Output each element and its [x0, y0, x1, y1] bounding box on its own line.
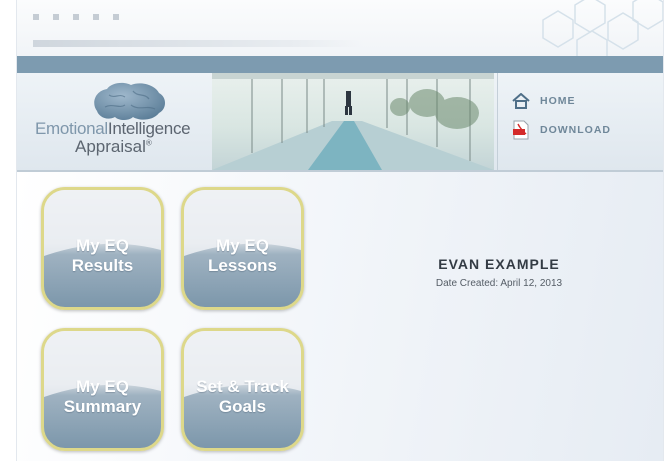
registered-mark: ®	[145, 138, 152, 148]
tile-label-line2: Lessons	[208, 256, 277, 275]
main-content: My EQ Results My EQ Lessons My EQ Summar…	[17, 172, 663, 461]
date-created: Date Created: April 12, 2013	[435, 278, 563, 289]
my-eq-results-button[interactable]: My EQ Results	[41, 187, 164, 310]
banner-photo-corridor	[212, 73, 494, 170]
logo-text-line1: EmotionalIntelligence	[35, 119, 191, 139]
user-name: EVAN EXAMPLE	[438, 256, 560, 272]
brain-icon	[94, 82, 165, 120]
corridor-illustration	[212, 73, 494, 170]
logo-text-line2: Appraisal®	[75, 137, 152, 157]
download-link[interactable]: DOWNLOAD	[512, 120, 611, 140]
logo[interactable]: EmotionalIntelligence Appraisal®	[17, 73, 207, 170]
tile-label-line2: Goals	[218, 397, 267, 416]
tile-label-line2: Results	[71, 256, 134, 275]
logo-text-intelligence: Intelligence	[107, 119, 191, 138]
page-frame: EmotionalIntelligence Appraisal® HOME DO…	[16, 0, 664, 461]
logo-text-appraisal: Appraisal	[75, 137, 146, 156]
home-link-label: HOME	[540, 95, 576, 107]
logo-text-emotional: Emotional	[35, 119, 108, 138]
my-eq-summary-button[interactable]: My EQ Summary	[41, 328, 164, 451]
top-header-strip	[17, 0, 663, 68]
my-eq-lessons-button[interactable]: My EQ Lessons	[181, 187, 304, 310]
tile-label-line1: My EQ	[76, 236, 129, 255]
pdf-icon	[513, 120, 529, 140]
decorative-dots	[33, 14, 119, 20]
set-track-goals-button[interactable]: Set & Track Goals	[181, 328, 304, 451]
header-nav: HOME DOWNLOAD	[497, 73, 663, 170]
house-icon	[512, 93, 530, 109]
home-link[interactable]: HOME	[512, 93, 576, 109]
tile-label-line2: Summary	[63, 397, 142, 416]
download-link-label: DOWNLOAD	[540, 124, 611, 136]
tile-label-line1: My EQ	[76, 377, 129, 396]
decorative-line	[33, 40, 363, 47]
banner: EmotionalIntelligence Appraisal® HOME DO…	[17, 73, 663, 172]
tile-label-line1: Set & Track	[196, 377, 289, 396]
accent-bar	[17, 56, 663, 73]
tile-label-line1: My EQ	[216, 236, 269, 255]
